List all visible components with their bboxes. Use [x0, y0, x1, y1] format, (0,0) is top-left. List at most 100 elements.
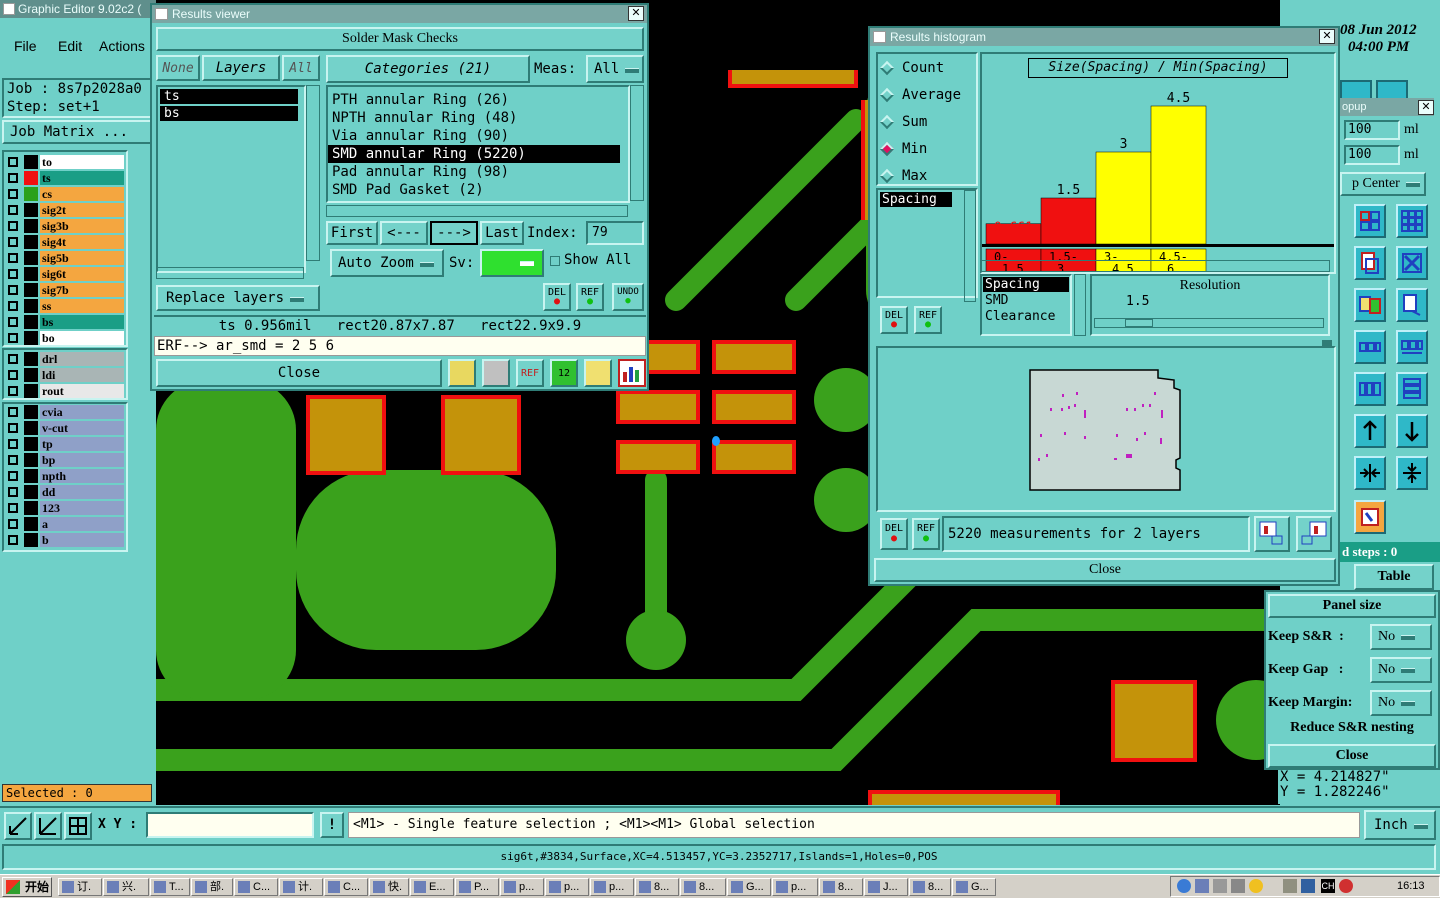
- layer-color-swatch[interactable]: [24, 170, 38, 185]
- taskbar-item[interactable]: p...: [545, 878, 589, 896]
- layer-color-swatch[interactable]: [24, 218, 38, 233]
- layer-row-sig7b[interactable]: sig7b: [6, 282, 124, 297]
- layer-checkbox[interactable]: [8, 438, 18, 449]
- histogram-bar[interactable]: [1150, 105, 1207, 245]
- layer-name[interactable]: bo: [40, 330, 124, 345]
- layer-color-swatch[interactable]: [24, 420, 38, 435]
- layer-checkbox[interactable]: [8, 486, 18, 497]
- list-item[interactable]: Spacing: [983, 277, 1069, 292]
- ref-cross-icon[interactable]: REF: [516, 359, 544, 387]
- last-button[interactable]: Last: [480, 221, 524, 245]
- taskbar-item[interactable]: 8...: [680, 878, 726, 896]
- layer-color-swatch[interactable]: [24, 367, 38, 382]
- scrollbar[interactable]: [980, 260, 1330, 272]
- tab-none[interactable]: None: [156, 55, 200, 81]
- layer-checkbox[interactable]: [8, 534, 18, 545]
- layer-row-drl[interactable]: drl: [6, 351, 124, 366]
- layer-row-to[interactable]: to: [6, 154, 124, 169]
- category-item[interactable]: NPTH annular Ring (48): [328, 109, 620, 127]
- job-matrix-button[interactable]: Job Matrix ...: [2, 120, 152, 144]
- resolution-slider[interactable]: [1094, 318, 1324, 328]
- menu-actions[interactable]: Actions: [99, 38, 145, 54]
- taskbar-item[interactable]: 计.: [279, 878, 323, 896]
- layer-checkbox[interactable]: [8, 422, 18, 433]
- layer-checkbox[interactable]: [8, 332, 18, 343]
- taskbar-item[interactable]: T...: [150, 878, 190, 896]
- column-pattern-icon[interactable]: [1396, 372, 1428, 406]
- layer-row-sig2t[interactable]: sig2t: [6, 202, 124, 217]
- layer-checkbox[interactable]: [8, 300, 18, 311]
- category-item[interactable]: Pad annular Ring (98): [328, 163, 620, 181]
- optimize-icon[interactable]: [1354, 500, 1386, 534]
- layer-row-v-cut[interactable]: v-cut: [6, 420, 124, 435]
- layer-row-cvia[interactable]: cvia: [6, 404, 124, 419]
- layer-name[interactable]: to: [40, 154, 124, 169]
- tool-icon[interactable]: [1376, 80, 1408, 100]
- scrollbar[interactable]: [306, 85, 320, 261]
- replace-layers-dropdown[interactable]: Replace layers: [156, 285, 320, 311]
- layers-listbox[interactable]: ts bs: [156, 85, 306, 273]
- layer-checkbox[interactable]: [8, 172, 18, 183]
- layer-checkbox[interactable]: [8, 518, 18, 529]
- tab-all[interactable]: All: [282, 55, 320, 81]
- layer-checkbox[interactable]: [8, 353, 18, 364]
- del-button[interactable]: DEL ●: [543, 283, 571, 311]
- layer-row-123[interactable]: 123: [6, 500, 124, 515]
- grid-array-icon[interactable]: [1396, 204, 1428, 238]
- popup-row-dropdown[interactable]: No: [1370, 690, 1432, 716]
- tray-icon[interactable]: [1195, 879, 1209, 893]
- layer-name[interactable]: ss: [40, 298, 124, 313]
- category-item[interactable]: PTH annular Ring (26): [328, 91, 620, 109]
- categories-listbox[interactable]: PTH annular Ring (26) NPTH annular Ring (…: [326, 85, 630, 203]
- tray-icon[interactable]: [1231, 879, 1245, 893]
- tool-icon[interactable]: [1340, 80, 1372, 100]
- grid-snap-icon[interactable]: [64, 812, 92, 840]
- tray-icon[interactable]: [1249, 879, 1263, 893]
- layer-color-swatch[interactable]: [24, 298, 38, 313]
- compress-vertical-icon[interactable]: [1396, 456, 1428, 490]
- layer-color-swatch[interactable]: [24, 314, 38, 329]
- step-repeat-icon[interactable]: [1354, 204, 1386, 238]
- close-icon[interactable]: ✕: [628, 6, 644, 21]
- radio-diamond-icon[interactable]: [879, 114, 895, 129]
- layer-name[interactable]: drl: [40, 351, 124, 366]
- xy-input[interactable]: [146, 812, 314, 838]
- layer-color-swatch[interactable]: [24, 436, 38, 451]
- histogram-bar[interactable]: [1040, 197, 1097, 245]
- scrollbar[interactable]: [156, 267, 304, 279]
- ref-button[interactable]: REF ●: [912, 518, 940, 550]
- table-button[interactable]: Table: [1354, 564, 1434, 590]
- layer-row-dd[interactable]: dd: [6, 484, 124, 499]
- slider-thumb[interactable]: [1125, 319, 1153, 327]
- arrow-up-icon[interactable]: [1354, 414, 1386, 448]
- mode-radio-count[interactable]: Count: [878, 54, 976, 81]
- layer-name[interactable]: cs: [40, 186, 124, 201]
- taskbar-item[interactable]: 部.: [191, 878, 233, 896]
- mode-radio-sum[interactable]: Sum: [878, 108, 976, 135]
- scrollbar[interactable]: [1074, 274, 1086, 336]
- layer-color-swatch[interactable]: [24, 516, 38, 531]
- mode-radio-max[interactable]: Max: [878, 162, 976, 189]
- report-icon[interactable]: [584, 359, 612, 387]
- category-item[interactable]: SMD annular Ring (5220): [328, 145, 620, 163]
- ref-button[interactable]: REF ●: [576, 283, 604, 311]
- del-button[interactable]: DEL ●: [880, 306, 908, 334]
- close-icon[interactable]: ✕: [1418, 100, 1434, 115]
- mode-radio-average[interactable]: Average: [878, 81, 976, 108]
- meas-dropdown[interactable]: All: [586, 55, 644, 83]
- layer-row-a[interactable]: a: [6, 516, 124, 531]
- histogram-bar[interactable]: [1095, 151, 1152, 245]
- layer-row-sig3b[interactable]: sig3b: [6, 218, 124, 233]
- tray-icon[interactable]: [1213, 879, 1227, 893]
- layer-color-swatch[interactable]: [24, 234, 38, 249]
- radio-diamond-icon[interactable]: [879, 87, 895, 102]
- layer-row-bs[interactable]: bs: [6, 314, 124, 329]
- layer-name[interactable]: sig4t: [40, 234, 124, 249]
- scrollbar[interactable]: [630, 85, 644, 201]
- tray-icon[interactable]: [1339, 879, 1353, 893]
- first-button[interactable]: First: [326, 221, 378, 245]
- arrow-down-icon[interactable]: [1396, 414, 1428, 448]
- layer-name[interactable]: npth: [40, 468, 124, 483]
- array-pattern-2-icon[interactable]: [1396, 330, 1428, 364]
- scrollbar[interactable]: [326, 205, 628, 217]
